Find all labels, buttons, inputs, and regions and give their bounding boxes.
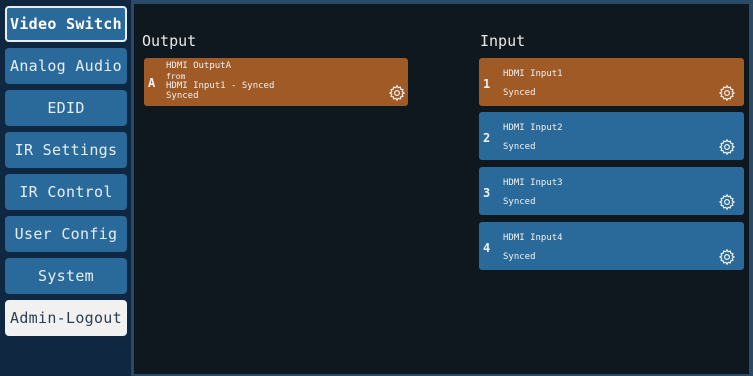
output-card-name: HDMI OutputA: [166, 61, 232, 71]
input-card-status: Synced: [503, 88, 536, 98]
input-card-2[interactable]: 2 HDMI Input2 Synced: [479, 112, 744, 160]
input-card-name: HDMI Input3: [503, 178, 563, 188]
sidebar-item-label: Analog Audio: [10, 57, 122, 75]
gear-icon[interactable]: [718, 248, 736, 266]
input-card-3[interactable]: 3 HDMI Input3 Synced: [479, 167, 744, 215]
input-card-number: 2: [483, 131, 491, 145]
sidebar-item-label: User Config: [14, 225, 118, 243]
input-card-name: HDMI Input1: [503, 69, 563, 79]
gear-icon[interactable]: [388, 84, 406, 102]
gear-icon[interactable]: [718, 193, 736, 211]
input-card-4[interactable]: 4 HDMI Input4 Synced: [479, 222, 744, 270]
sidebar: Video Switch Analog Audio EDID IR Settin…: [0, 0, 131, 376]
input-card-number: 4: [483, 241, 491, 255]
sidebar-item-ir-control[interactable]: IR Control: [5, 174, 127, 210]
sidebar-item-label: IR Control: [19, 183, 113, 201]
output-card-status: Synced: [166, 91, 199, 101]
output-card-letter: A: [148, 76, 156, 90]
sidebar-item-label: System: [38, 267, 94, 285]
output-section-title: Output: [142, 32, 197, 50]
input-card-status: Synced: [503, 142, 536, 152]
sidebar-item-ir-settings[interactable]: IR Settings: [5, 132, 127, 168]
gear-icon[interactable]: [718, 84, 736, 102]
sidebar-item-admin-logout[interactable]: Admin-Logout: [5, 300, 127, 336]
gear-icon[interactable]: [718, 138, 736, 156]
input-section-title: Input: [480, 32, 526, 50]
sidebar-item-label: Video Switch: [10, 15, 122, 33]
output-card-source: HDMI Input1 - Synced: [166, 81, 275, 91]
sidebar-item-label: EDID: [47, 99, 85, 117]
app-frame: Video Switch Analog Audio EDID IR Settin…: [0, 0, 753, 376]
output-card-a[interactable]: A HDMI OutputA from HDMI Input1 - Synced…: [144, 58, 408, 106]
sidebar-item-label: Admin-Logout: [10, 309, 122, 327]
sidebar-item-video-switch[interactable]: Video Switch: [5, 6, 127, 42]
sidebar-item-user-config[interactable]: User Config: [5, 216, 127, 252]
main-panel: Output Input A HDMI OutputA from HDMI In…: [134, 4, 749, 374]
input-card-status: Synced: [503, 252, 536, 262]
input-card-1[interactable]: 1 HDMI Input1 Synced: [479, 58, 744, 106]
sidebar-item-label: IR Settings: [14, 141, 118, 159]
sidebar-item-edid[interactable]: EDID: [5, 90, 127, 126]
sidebar-item-system[interactable]: System: [5, 258, 127, 294]
input-card-name: HDMI Input2: [503, 123, 563, 133]
input-card-status: Synced: [503, 197, 536, 207]
input-card-name: HDMI Input4: [503, 233, 563, 243]
input-card-number: 3: [483, 186, 491, 200]
sidebar-item-analog-audio[interactable]: Analog Audio: [5, 48, 127, 84]
input-card-number: 1: [483, 77, 491, 91]
